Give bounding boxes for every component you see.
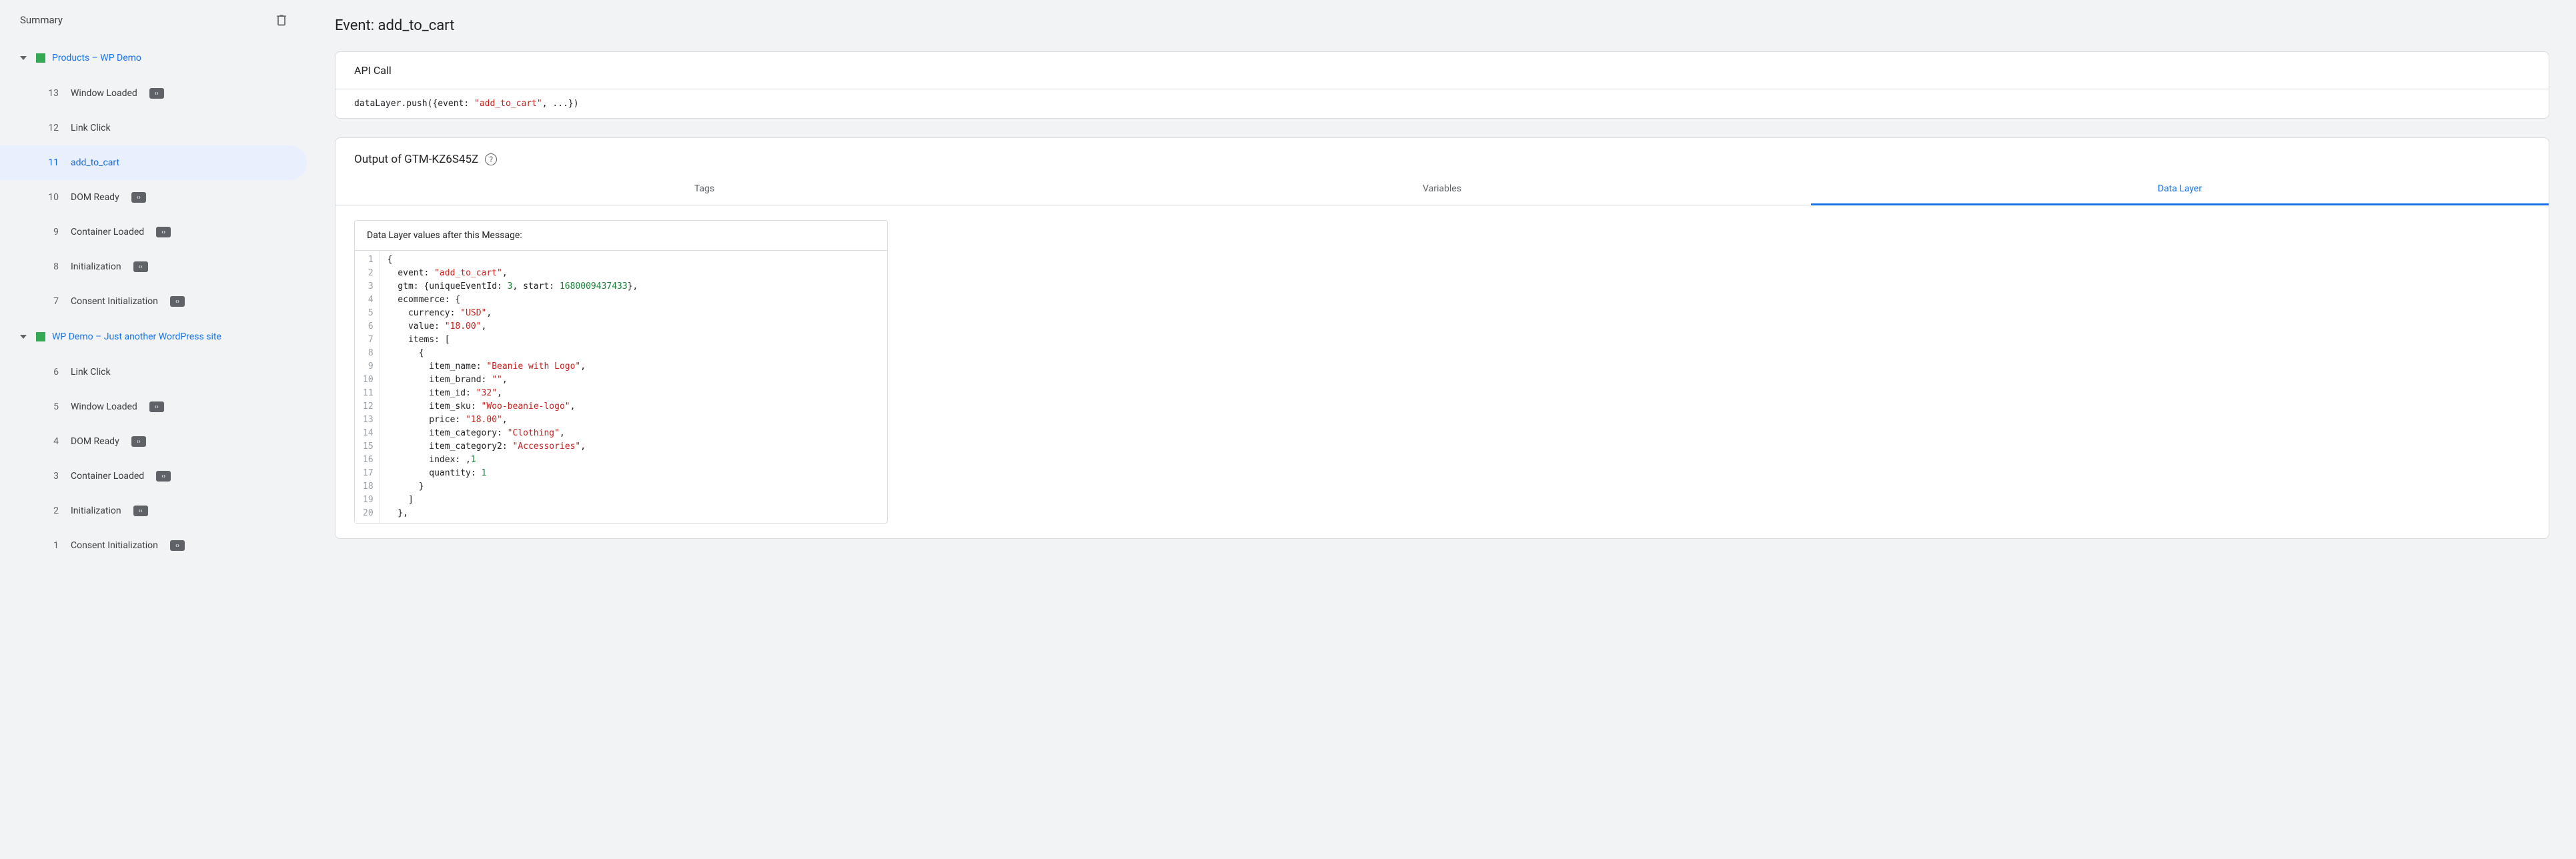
sidebar-item[interactable]: 2 Initialization ‹›: [0, 494, 313, 528]
output-title: Output of GTM-KZ6S45Z: [354, 153, 478, 166]
sidebar-item-label: Link Click: [71, 367, 111, 377]
api-call-title: API Call: [336, 52, 2549, 89]
sidebar-item-number: 11: [44, 157, 59, 168]
sidebar-item-label: Window Loaded: [71, 88, 137, 99]
page-icon: [36, 332, 45, 341]
sidebar-group-label: Products – WP Demo: [52, 53, 141, 63]
data-layer-code: 1234567891011121314151617181920{ event: …: [355, 251, 887, 523]
tab-tags[interactable]: Tags: [336, 174, 1073, 205]
data-layer-panel-title: Data Layer values after this Message:: [355, 221, 887, 251]
sidebar-item-number: 9: [44, 227, 59, 237]
code-badge-icon: ‹›: [170, 296, 185, 307]
sidebar-item[interactable]: 12 Link Click: [0, 111, 313, 145]
tab-data-layer[interactable]: Data Layer: [1811, 174, 2549, 205]
sidebar-item-label: Initialization: [71, 261, 121, 272]
data-layer-panel: Data Layer values after this Message: 12…: [354, 220, 888, 524]
tab-variables[interactable]: Variables: [1073, 174, 1811, 205]
code-badge-icon: ‹›: [133, 506, 148, 516]
summary-label: Summary: [20, 14, 63, 26]
sidebar-item[interactable]: 7 Consent Initialization ‹›: [0, 284, 313, 319]
code-badge-icon: ‹›: [149, 88, 164, 99]
sidebar-item-label: Window Loaded: [71, 401, 137, 412]
sidebar-item-label: Container Loaded: [71, 471, 144, 482]
sidebar-item-number: 6: [44, 367, 59, 377]
sidebar-group-label: WP Demo – Just another WordPress site: [52, 331, 221, 342]
sidebar-item-number: 7: [44, 296, 59, 307]
sidebar-item-number: 12: [44, 123, 59, 133]
sidebar-item[interactable]: 8 Initialization ‹›: [0, 249, 313, 284]
code-badge-icon: ‹›: [170, 540, 185, 551]
chevron-down-icon: [20, 335, 27, 339]
sidebar-item[interactable]: 3 Container Loaded ‹›: [0, 459, 313, 494]
chevron-down-icon: [20, 56, 27, 60]
sidebar-item-label: Container Loaded: [71, 227, 144, 237]
api-call-code: dataLayer.push({event: "add_to_cart", ..…: [336, 89, 2549, 118]
sidebar-item-number: 2: [44, 506, 59, 516]
sidebar-item-label: Consent Initialization: [71, 540, 158, 551]
sidebar-item[interactable]: 1 Consent Initialization ‹›: [0, 528, 313, 563]
code-badge-icon: ‹›: [149, 401, 164, 412]
sidebar-item-number: 13: [44, 88, 59, 99]
sidebar-item-number: 10: [44, 192, 59, 203]
sidebar-item-label: add_to_cart: [71, 157, 119, 168]
sidebar-item-label: Consent Initialization: [71, 296, 158, 307]
clear-icon[interactable]: [269, 8, 293, 32]
sidebar-item-label: DOM Ready: [71, 192, 119, 203]
page-icon: [36, 53, 45, 63]
output-tabs: Tags Variables Data Layer: [336, 174, 2549, 205]
sidebar-item[interactable]: 9 Container Loaded ‹›: [0, 215, 313, 249]
sidebar-item[interactable]: 13 Window Loaded ‹›: [0, 76, 313, 111]
code-badge-icon: ‹›: [156, 471, 171, 482]
sidebar: Summary Products – WP Demo13Window Loade…: [0, 0, 313, 859]
sidebar-item-number: 3: [44, 471, 59, 482]
main-panel: Event: add_to_cart API Call dataLayer.pu…: [313, 0, 2576, 859]
api-call-card: API Call dataLayer.push({event: "add_to_…: [335, 51, 2549, 119]
code-badge-icon: ‹›: [156, 227, 171, 237]
sidebar-item-number: 1: [44, 540, 59, 551]
sidebar-item-label: Link Click: [71, 123, 111, 133]
code-badge-icon: ‹›: [131, 436, 146, 447]
sidebar-item[interactable]: 11 add_to_cart: [0, 145, 307, 180]
sidebar-item-number: 5: [44, 401, 59, 412]
sidebar-item-number: 8: [44, 261, 59, 272]
sidebar-item[interactable]: 10 DOM Ready ‹›: [0, 180, 313, 215]
output-card: Output of GTM-KZ6S45Z ? Tags Variables D…: [335, 137, 2549, 539]
code-badge-icon: ‹›: [133, 261, 148, 272]
sidebar-group[interactable]: Products – WP Demo: [0, 40, 313, 76]
sidebar-item-label: DOM Ready: [71, 436, 119, 447]
sidebar-item-label: Initialization: [71, 506, 121, 516]
code-badge-icon: ‹›: [131, 192, 146, 203]
sidebar-item[interactable]: 4 DOM Ready ‹›: [0, 424, 313, 459]
event-title: Event: add_to_cart: [335, 0, 2555, 51]
sidebar-item[interactable]: 5 Window Loaded ‹›: [0, 389, 313, 424]
help-icon[interactable]: ?: [485, 153, 497, 165]
sidebar-item[interactable]: 6 Link Click: [0, 355, 313, 389]
sidebar-group[interactable]: WP Demo – Just another WordPress site: [0, 319, 313, 355]
summary-header[interactable]: Summary: [0, 0, 313, 40]
sidebar-item-number: 4: [44, 436, 59, 447]
